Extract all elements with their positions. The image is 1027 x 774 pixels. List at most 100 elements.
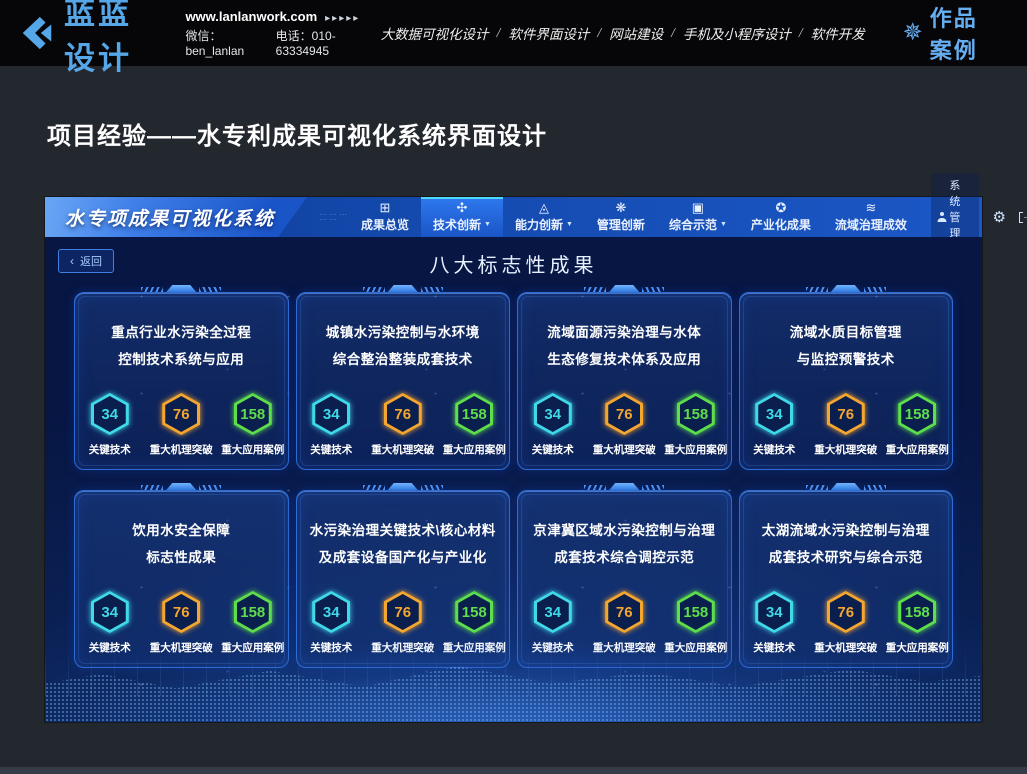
chevron-down-icon: ▼ [484,221,491,228]
service-separator: / [799,25,803,41]
achievement-card-8[interactable]: 太湖流域水污染控制与治理 成套技术研究与综合示范 34 关键技术 76 重大机理… [739,490,954,668]
deco-stripes-right [421,485,443,490]
nav-item-6[interactable]: ✪ 产业化成果 [739,197,823,237]
card-title-line1: 京津冀区域水污染控制与治理 [518,517,731,544]
stat-item: 76 重大机理突破 [590,591,660,655]
card-title-line1: 城镇水污染控制与水环境 [297,319,510,346]
nav-item-5[interactable]: ▣ 综合示范 ▼ [657,197,739,237]
wechat-label: 微信：ben_lanlan [185,27,259,58]
deco-trapezoid [388,285,418,292]
contact-block: www.lanlanwork.com ▸▸▸▸▸ 微信：ben_lanlan 电话… [185,9,364,58]
deco-stripes-right [199,485,221,490]
stat-item: 158 重大应用案例 [661,591,731,655]
stat-value: 76 [837,604,854,621]
deco-stripes-right [421,287,443,292]
service-link-1[interactable]: 大数据可视化设计 [381,23,489,43]
stat-label: 关键技术 [753,442,795,457]
deco-stripes-left [363,485,385,490]
card-stats: 34 关键技术 76 重大机理突破 158 重大应用案例 [75,591,288,655]
portfolio-link[interactable]: ✵ 作品案例 [903,1,1001,65]
stat-label: 重大应用案例 [886,442,949,457]
service-link-5[interactable]: 软件开发 [811,23,865,43]
achievement-card-4[interactable]: 流域水质目标管理 与监控预警技术 34 关键技术 76 重大机理突破 [739,292,954,470]
card-title-line2: 成套技术综合调控示范 [518,544,731,571]
hexagon-badge: 76 [827,393,865,435]
card-title-line2: 综合整治整装成套技术 [297,346,510,373]
card-title-line2: 及成套设备国产化与产业化 [297,544,510,571]
achievement-card-2[interactable]: 城镇水污染控制与水环境 综合整治整装成套技术 34 关键技术 76 重大机理突破 [296,292,511,470]
deco-stripes-right [199,287,221,292]
stat-value: 34 [766,406,783,423]
stat-item: 34 关键技术 [740,591,810,655]
service-separator: / [671,25,675,41]
cards-grid: 重点行业水污染全过程 控制技术系统与应用 34 关键技术 76 重大机理突破 [74,292,953,668]
service-link-2[interactable]: 软件界面设计 [508,23,589,43]
page-title: 项目经验——水专利成果可视化系统界面设计 [47,116,547,151]
deco-stripes-right [642,287,664,292]
website-text: www.lanlanwork.com [185,9,317,24]
stat-label: 关键技术 [310,442,352,457]
service-link-4[interactable]: 手机及小程序设计 [683,23,791,43]
stat-label: 关键技术 [753,640,795,655]
achievement-card-5[interactable]: 饮用水安全保障 标志性成果 34 关键技术 76 重大机理突破 [74,490,289,668]
hexagon-badge: 34 [312,393,350,435]
capability-innovation-icon: ◬ [539,201,549,215]
stat-value: 76 [394,406,411,423]
card-top-decoration [141,483,221,490]
stat-item: 76 重大机理突破 [811,591,881,655]
arrows-icon: ▸▸▸▸▸ [325,13,360,24]
dash-nav: ⊞ 成果总览 ✣ 技术创新 ▼ ◬ 能力创新 ▼ ❋ 管理创新 ▣ 综合示范 ▼ [349,197,919,237]
stat-value: 158 [683,406,708,423]
person-icon [940,212,943,222]
service-link-3[interactable]: 网站建设 [609,23,663,43]
stat-value: 34 [544,604,561,621]
stat-value: 34 [323,406,340,423]
nav-item-2[interactable]: ✣ 技术创新 ▼ [421,197,503,237]
achievement-card-1[interactable]: 重点行业水污染全过程 控制技术系统与应用 34 关键技术 76 重大机理突破 [74,292,289,470]
hexagon-badge: 76 [384,393,422,435]
hexagon-badge: 34 [755,393,793,435]
stat-label: 关键技术 [532,442,574,457]
logout-icon[interactable] [1019,212,1023,223]
stat-item: 76 重大机理突破 [811,393,881,457]
deco-trapezoid [609,483,639,490]
stat-label: 重大应用案例 [443,442,506,457]
hexagon-badge: 76 [827,591,865,633]
card-top-decoration [584,483,664,490]
stat-value: 76 [394,604,411,621]
card-title: 流域面源污染治理与水体 生态修复技术体系及应用 [518,319,731,373]
stat-value: 76 [837,406,854,423]
settings-gear-icon[interactable]: ⚙ [992,210,1005,225]
site-logo[interactable]: 蓝蓝设计 [18,0,163,78]
stat-label: 关键技术 [310,640,352,655]
hexagon-badge: 76 [384,591,422,633]
stat-value: 34 [766,604,783,621]
phone-label: 电话：010-63334945 [276,27,365,58]
stat-value: 76 [616,406,633,423]
nav-item-4[interactable]: ❋ 管理创新 [585,197,657,237]
card-top-decoration [141,285,221,292]
section-title: 八大标志性成果 [45,249,982,278]
achievement-card-7[interactable]: 京津冀区域水污染控制与治理 成套技术综合调控示范 34 关键技术 76 重大机理… [517,490,732,668]
nav-item-7[interactable]: ≋ 流域治理成效 [823,197,919,237]
stat-label: 重大机理突破 [150,442,213,457]
deco-stripes-left [363,287,385,292]
achievement-card-6[interactable]: 水污染治理关键技术\核心材料 及成套设备国产化与产业化 34 关键技术 76 重… [296,490,511,668]
stat-value: 158 [462,406,487,423]
card-title-line2: 控制技术系统与应用 [75,346,288,373]
nav-item-1[interactable]: ⊞ 成果总览 [349,197,421,237]
deco-stripes-left [584,485,606,490]
stat-label: 重大应用案例 [664,442,727,457]
stat-value: 34 [101,406,118,423]
nav-item-3[interactable]: ◬ 能力创新 ▼ [503,197,585,237]
card-stats: 34 关键技术 76 重大机理突破 158 重大应用案例 [518,591,731,655]
hexagon-badge: 34 [534,393,572,435]
chevron-down-icon: ▼ [720,221,727,228]
achievement-card-3[interactable]: 流域面源污染治理与水体 生态修复技术体系及应用 34 关键技术 76 重大机理突… [517,292,732,470]
nav-item-label: 流域治理成效 [835,216,907,233]
hexagon-badge: 76 [605,393,643,435]
card-title-line1: 流域面源污染治理与水体 [518,319,731,346]
deco-trapezoid [831,285,861,292]
stat-item: 158 重大应用案例 [883,393,953,457]
industrialization-icon: ✪ [775,201,786,215]
